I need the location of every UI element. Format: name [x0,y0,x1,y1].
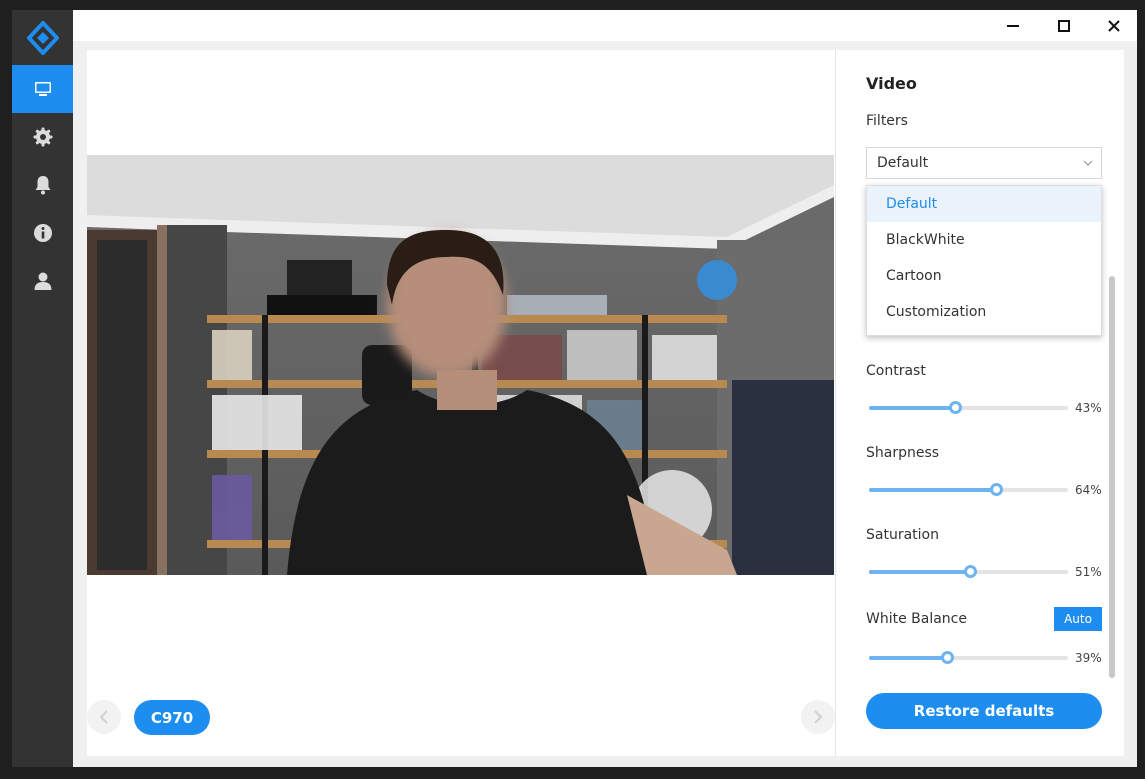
sidebar-item-video[interactable] [12,65,73,113]
white-balance-label: White Balance [866,611,967,627]
logo-icon [26,20,59,55]
slider-fill [869,570,971,574]
panel-title: Video [866,74,917,93]
contrast-label: Contrast [866,363,926,379]
gear-icon [33,127,52,147]
saturation-value: 51% [1075,565,1102,579]
filter-option[interactable]: Default [867,186,1101,222]
camera-preview: C970 [87,50,835,756]
main-content: C970 Video Filters Default Default Black… [87,50,1124,756]
title-bar [73,10,1137,41]
sidebar-item-about[interactable] [12,209,73,257]
close-icon [1108,19,1120,32]
white-balance-value: 39% [1075,651,1102,665]
slider-thumb[interactable] [948,401,962,414]
white-balance-auto-button[interactable]: Auto [1054,607,1102,631]
panel-scrollbar[interactable] [1109,276,1115,678]
sharpness-value: 64% [1075,483,1102,497]
maximize-icon [1058,19,1070,32]
filters-label: Filters [866,113,908,129]
white-balance-slider[interactable] [869,651,1068,665]
app-window: C970 Video Filters Default Default Black… [12,10,1137,767]
slider-thumb[interactable] [940,651,954,664]
filter-dropdown-menu: Default BlackWhite Cartoon Customization [866,185,1102,336]
maximize-button[interactable] [1040,10,1088,41]
close-button[interactable] [1090,10,1138,41]
sidebar-item-settings[interactable] [12,113,73,161]
slider-thumb[interactable] [990,483,1004,496]
bell-icon [35,176,50,195]
filter-option[interactable]: Customization [867,294,1101,330]
camera-name-badge[interactable]: C970 [134,700,210,735]
sidebar-item-account[interactable] [12,257,73,305]
chevron-right-icon [814,710,823,724]
slider-fill [869,406,955,410]
sharpness-slider[interactable] [869,483,1068,497]
next-camera-button[interactable] [801,700,835,734]
prev-camera-button[interactable] [87,700,121,734]
sidebar [12,10,73,767]
user-icon [34,272,51,290]
sharpness-label: Sharpness [866,445,940,461]
contrast-value: 43% [1075,401,1102,415]
restore-defaults-button[interactable]: Restore defaults [866,693,1102,729]
filter-option[interactable]: Cartoon [867,258,1101,294]
filter-select[interactable]: Default [866,147,1102,179]
filter-select-value: Default [877,155,929,171]
minimize-icon [1007,24,1019,27]
monitor-icon [34,82,51,96]
saturation-slider[interactable] [869,565,1068,579]
slider-fill [869,656,947,660]
contrast-slider[interactable] [869,401,1068,415]
camera-feed [87,155,834,575]
info-icon [33,224,52,242]
filter-option[interactable]: BlackWhite [867,222,1101,258]
slider-thumb[interactable] [964,565,978,578]
minimize-button[interactable] [989,10,1037,41]
chevron-down-icon [1083,160,1093,166]
app-logo [12,10,73,65]
chevron-left-icon [99,710,108,724]
video-settings-panel: Video Filters Default Default BlackWhite… [836,50,1124,756]
sidebar-item-notifications[interactable] [12,161,73,209]
saturation-label: Saturation [866,527,939,543]
slider-fill [869,488,997,492]
